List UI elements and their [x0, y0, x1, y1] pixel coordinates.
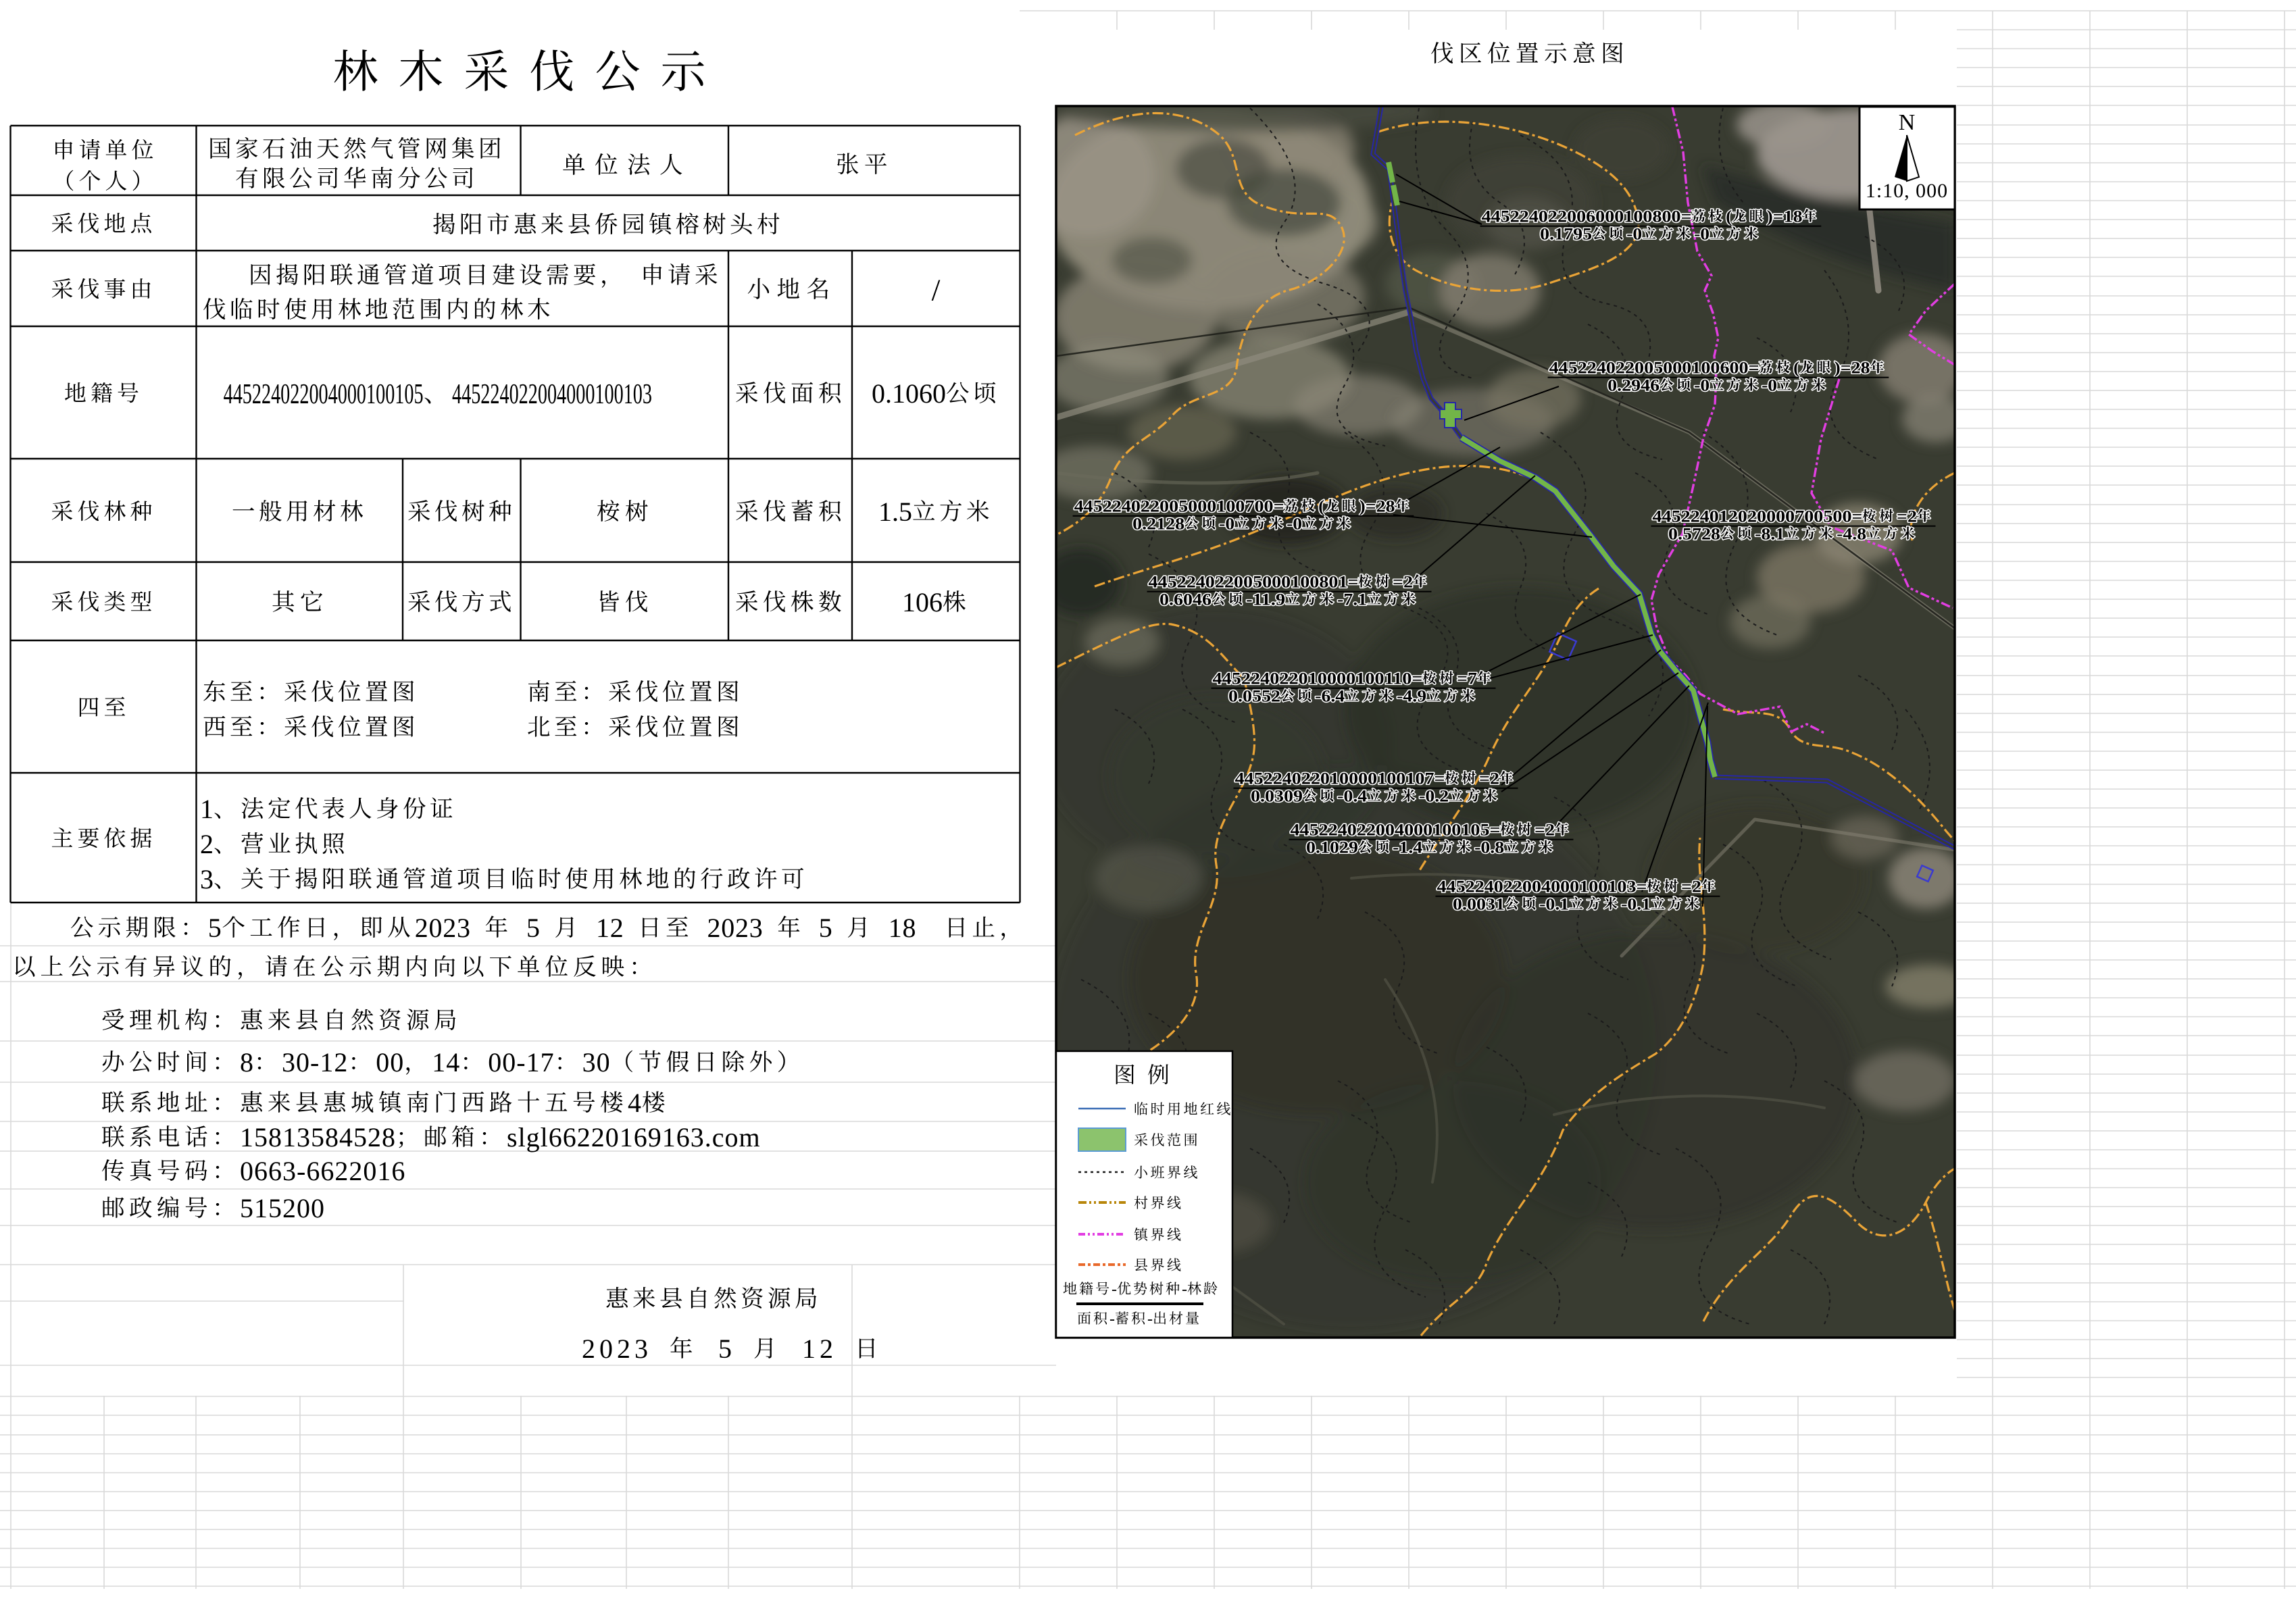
svg-text:14: 14 [432, 1047, 460, 1078]
svg-text:-: - [1182, 1281, 1187, 1298]
svg-text:30-12: 30-12 [282, 1047, 348, 1078]
svg-text:3: 3 [200, 864, 214, 894]
svg-text:1.5: 1.5 [878, 497, 912, 527]
svg-text:0663-6622016: 0663-6622016 [240, 1156, 405, 1186]
svg-text:12: 12 [596, 913, 624, 943]
svg-text:15813584528: 15813584528 [240, 1122, 396, 1152]
svg-text:12: 12 [802, 1334, 837, 1364]
svg-text:18: 18 [889, 913, 917, 943]
svg-text:5: 5 [526, 913, 541, 943]
svg-text:5: 5 [208, 913, 222, 943]
svg-text:N: N [1899, 110, 1916, 135]
svg-text:106: 106 [902, 587, 943, 617]
svg-text:0.1060: 0.1060 [872, 378, 946, 409]
svg-text:5: 5 [819, 913, 833, 943]
svg-text:00: 00 [376, 1047, 404, 1078]
svg-text:445224022004000100103: 445224022004000100103 [452, 379, 652, 410]
svg-text:30: 30 [582, 1047, 611, 1078]
svg-text:8: 8 [240, 1047, 254, 1078]
svg-text:445224022004000100105: 445224022004000100105 [224, 379, 424, 410]
svg-text:4: 4 [628, 1088, 642, 1118]
svg-text:-: - [1147, 1311, 1153, 1328]
svg-text:1: 1 [200, 794, 214, 824]
svg-text:-: - [1109, 1311, 1115, 1328]
svg-text:2: 2 [200, 829, 214, 859]
svg-text:-: - [1112, 1281, 1117, 1298]
svg-text:/: / [932, 273, 941, 307]
svg-text:1:10, 000: 1:10, 000 [1866, 180, 1948, 202]
svg-text:00-17: 00-17 [488, 1047, 554, 1078]
svg-text:5: 5 [718, 1334, 736, 1364]
svg-text:slgl66220169163.com: slgl66220169163.com [507, 1122, 761, 1152]
svg-text:2023: 2023 [582, 1334, 652, 1364]
svg-text:2023: 2023 [415, 913, 471, 943]
svg-text:515200: 515200 [240, 1193, 325, 1223]
svg-text:2023: 2023 [707, 913, 764, 943]
